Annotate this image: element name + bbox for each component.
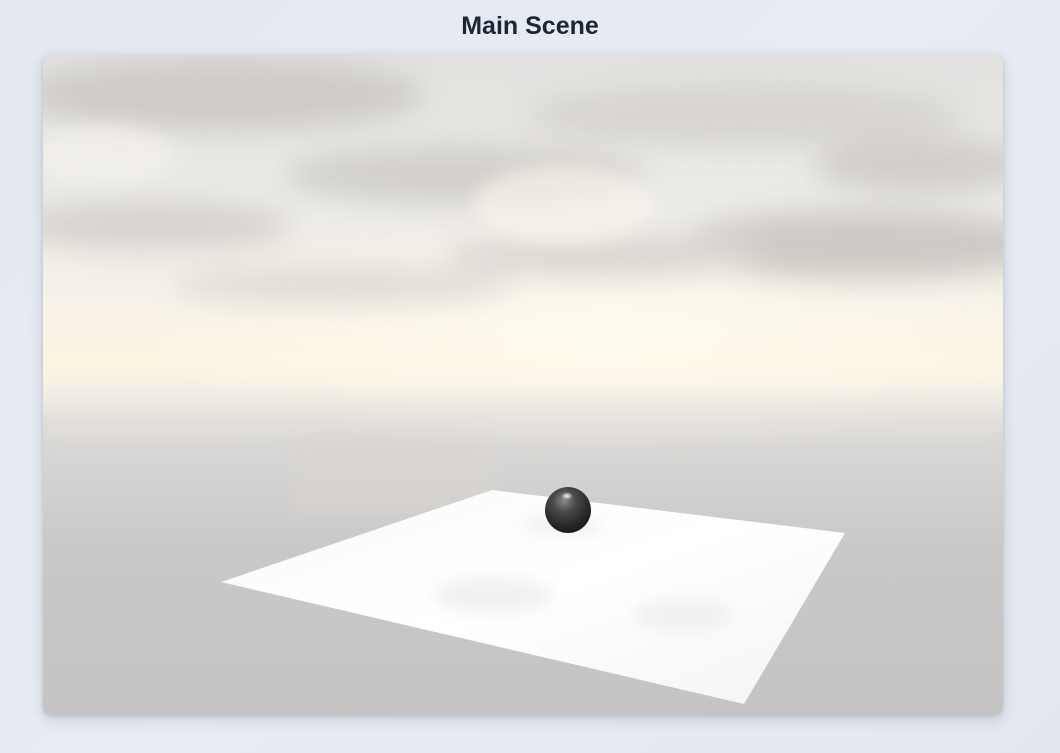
page-title: Main Scene [461, 12, 599, 40]
scene-canvas[interactable] [43, 55, 1003, 715]
scene-viewport[interactable] [43, 55, 1003, 715]
sphere[interactable] [545, 487, 591, 533]
